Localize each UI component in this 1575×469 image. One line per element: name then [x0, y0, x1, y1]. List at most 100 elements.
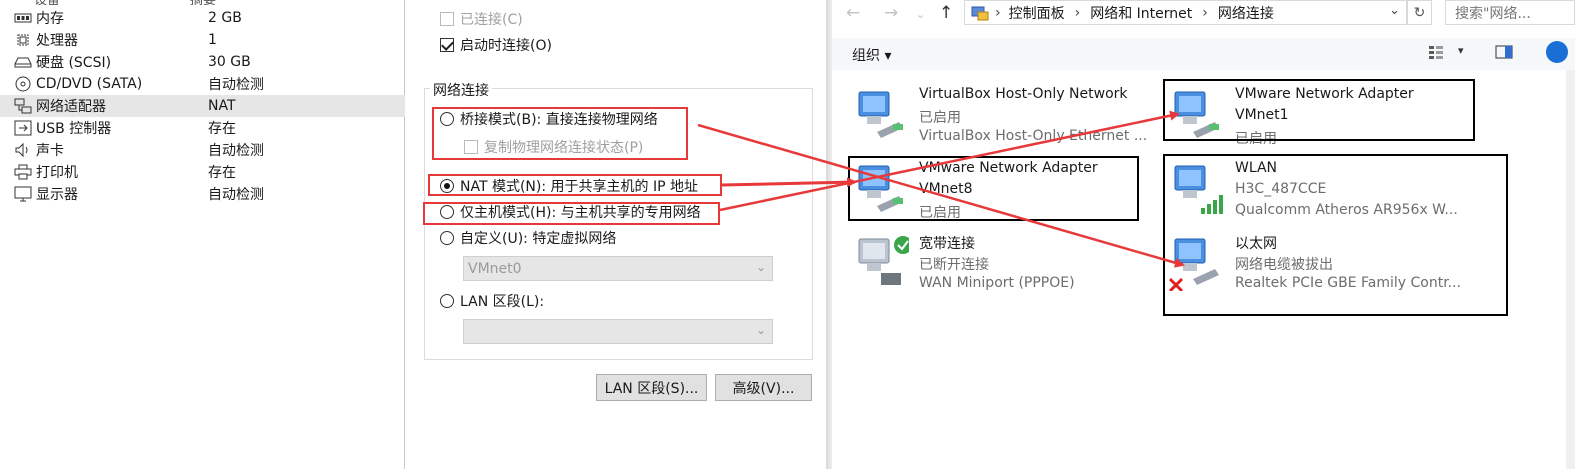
lan-segment-radio-circle[interactable] — [440, 294, 454, 308]
connection-status: 已启用 — [919, 110, 961, 126]
device-row-harddisk[interactable]: 硬盘 (SCSI) 30 GB — [0, 51, 405, 73]
organize-menu[interactable]: 组织 ▾ — [852, 45, 891, 65]
search-input[interactable]: 搜索"网络... — [1445, 0, 1575, 25]
custom-radio-circle[interactable] — [440, 231, 454, 245]
device-name: USB 控制器 — [36, 121, 112, 137]
vertical-scrollbar[interactable] — [1566, 70, 1575, 469]
connection-vmnet1[interactable]: VMware Network Adapter VMnet1 已启用 — [1169, 86, 1479, 154]
connected-checkbox-label: 已连接(C) — [460, 12, 523, 28]
memory-icon — [14, 10, 32, 26]
device-column-header: 设备 — [34, 0, 60, 5]
device-value: 自动检测 — [208, 187, 264, 203]
refresh-button[interactable]: ↻ — [1407, 0, 1432, 25]
device-row-printer[interactable]: 打印机 存在 — [0, 161, 405, 183]
wifi-adapter-icon — [1169, 162, 1225, 218]
chevron-down-icon: ⌄ — [755, 260, 766, 274]
device-name: 处理器 — [36, 33, 78, 49]
advanced-button[interactable]: 高级(V)... — [715, 374, 812, 401]
nat-radio-circle[interactable] — [440, 179, 454, 193]
breadcrumb-network-connections[interactable]: 网络连接 — [1218, 3, 1274, 23]
view-dropdown-icon[interactable]: ▾ — [1458, 44, 1464, 57]
connected-checkbox-box[interactable] — [440, 12, 454, 26]
breadcrumb-network-internet[interactable]: 网络和 Internet — [1090, 3, 1192, 23]
device-name: 网络适配器 — [36, 99, 106, 115]
connect-at-power-on-checkbox-box[interactable] — [440, 38, 454, 52]
device-row-sound[interactable]: 声卡 自动检测 — [0, 139, 405, 161]
lan-segment-select[interactable]: ⌄ — [463, 319, 773, 344]
host-only-radio-circle[interactable] — [440, 205, 454, 219]
connection-status: H3C_487CCE — [1235, 181, 1327, 197]
connection-ethernet[interactable]: 以太网 网络电缆被拔出 Realtek PCIe GBE Family Cont… — [1168, 233, 1479, 301]
back-arrow-icon[interactable]: ← — [846, 3, 860, 23]
search-placeholder: 搜索"网络... — [1455, 5, 1531, 22]
device-name: CD/DVD (SATA) — [36, 76, 143, 92]
up-arrow-icon[interactable]: ↑ — [939, 3, 953, 23]
view-options-icon[interactable] — [1428, 44, 1444, 60]
device-row-network-adapter[interactable]: 网络适配器 NAT — [0, 95, 405, 117]
device-name: 硬盘 (SCSI) — [36, 55, 112, 71]
connect-at-power-on-checkbox[interactable]: 启动时连接(O) — [440, 35, 552, 55]
network-connection-group-title: 网络连接 — [430, 80, 492, 100]
connection-name: VMware Network Adapter — [1235, 86, 1414, 102]
breadcrumb-separator-icon: › — [1202, 4, 1208, 21]
connection-device: 已启用 — [919, 205, 961, 221]
host-only-radio[interactable]: 仅主机模式(H): 与主机共享的专用网络 — [440, 202, 701, 222]
replicate-state-checkbox[interactable]: 复制物理网络连接状态(P) — [464, 137, 643, 157]
recent-chevron-icon[interactable]: ⌄ — [916, 8, 925, 21]
connection-name: VirtualBox Host-Only Network — [919, 86, 1128, 102]
address-bar[interactable]: › 控制面板 › 网络和 Internet › 网络连接 ⌄ — [964, 0, 1407, 25]
ethernet-disconnected-icon — [1168, 235, 1225, 293]
device-name: 内存 — [36, 11, 64, 27]
device-list-panel: 设备 摘要 内存 2 GB 处理器 1 硬盘 (SCSI) 30 GB CD/D… — [0, 0, 405, 469]
connection-name: VMware Network Adapter — [919, 160, 1098, 176]
device-value: 2 GB — [208, 10, 242, 26]
bridged-radio-label: 桥接模式(B): 直接连接物理网络 — [460, 112, 658, 128]
device-row-cdrom[interactable]: CD/DVD (SATA) 自动检测 — [0, 73, 405, 95]
breadcrumb-control-panel[interactable]: 控制面板 — [1009, 3, 1065, 23]
network-adapter-icon — [853, 88, 909, 144]
device-list-header: 设备 摘要 — [0, 0, 405, 5]
preview-pane-icon[interactable] — [1495, 44, 1513, 60]
connection-status: VMnet8 — [919, 181, 973, 197]
forward-arrow-icon[interactable]: → — [884, 3, 898, 23]
device-value: 存在 — [208, 165, 236, 181]
address-dropdown-icon[interactable]: ⌄ — [1389, 3, 1400, 18]
connected-checkbox[interactable]: 已连接(C) — [440, 9, 523, 29]
connection-status: 网络电缆被拔出 — [1235, 257, 1333, 273]
connection-broadband[interactable]: 宽带连接 已断开连接 WAN Miniport (PPPOE) — [853, 233, 1163, 301]
device-row-usb[interactable]: USB 控制器 存在 — [0, 117, 405, 139]
network-adapter-icon — [1169, 88, 1225, 144]
cdrom-icon — [14, 76, 32, 92]
connect-at-power-on-label: 启动时连接(O) — [460, 38, 552, 54]
connection-vmnet8[interactable]: VMware Network Adapter VMnet8 已启用 — [853, 160, 1163, 228]
refresh-icon: ↻ — [1413, 4, 1426, 21]
connection-status: 已断开连接 — [919, 257, 989, 273]
custom-network-select[interactable]: VMnet0 ⌄ — [463, 256, 773, 281]
control-panel-icon — [971, 5, 989, 21]
lan-segments-button[interactable]: LAN 区段(S)... — [596, 374, 707, 401]
connection-wlan[interactable]: WLAN H3C_487CCE Qualcomm Atheros AR956x … — [1169, 160, 1479, 228]
connection-name: 以太网 — [1235, 236, 1277, 252]
help-icon[interactable] — [1546, 41, 1568, 63]
connection-name: 宽带连接 — [919, 236, 975, 252]
device-row-display[interactable]: 显示器 自动检测 — [0, 183, 405, 205]
device-name: 声卡 — [36, 143, 64, 159]
device-row-processor[interactable]: 处理器 1 — [0, 29, 405, 51]
connection-device: Realtek PCIe GBE Family Contr... — [1235, 275, 1462, 291]
device-row-memory[interactable]: 内存 2 GB — [0, 7, 405, 29]
lan-segment-radio-label: LAN 区段(L): — [460, 294, 545, 310]
nat-radio[interactable]: NAT 模式(N): 用于共享主机的 IP 地址 — [440, 176, 698, 196]
lan-segment-radio[interactable]: LAN 区段(L): — [440, 291, 544, 311]
display-icon — [14, 186, 32, 202]
custom-radio[interactable]: 自定义(U): 特定虚拟网络 — [440, 228, 616, 248]
usb-icon — [14, 120, 32, 136]
host-only-radio-label: 仅主机模式(H): 与主机共享的专用网络 — [460, 205, 701, 221]
replicate-state-checkbox-box[interactable] — [464, 140, 478, 154]
device-name: 打印机 — [36, 165, 78, 181]
bridged-radio-circle[interactable] — [440, 112, 454, 126]
connection-virtualbox-host-only[interactable]: VirtualBox Host-Only Network 已启用 Virtual… — [853, 86, 1163, 154]
bridged-radio[interactable]: 桥接模式(B): 直接连接物理网络 — [440, 109, 658, 129]
replicate-state-label: 复制物理网络连接状态(P) — [484, 140, 644, 156]
device-name: 显示器 — [36, 187, 78, 203]
connection-device: VirtualBox Host-Only Ethernet ... — [919, 128, 1148, 144]
